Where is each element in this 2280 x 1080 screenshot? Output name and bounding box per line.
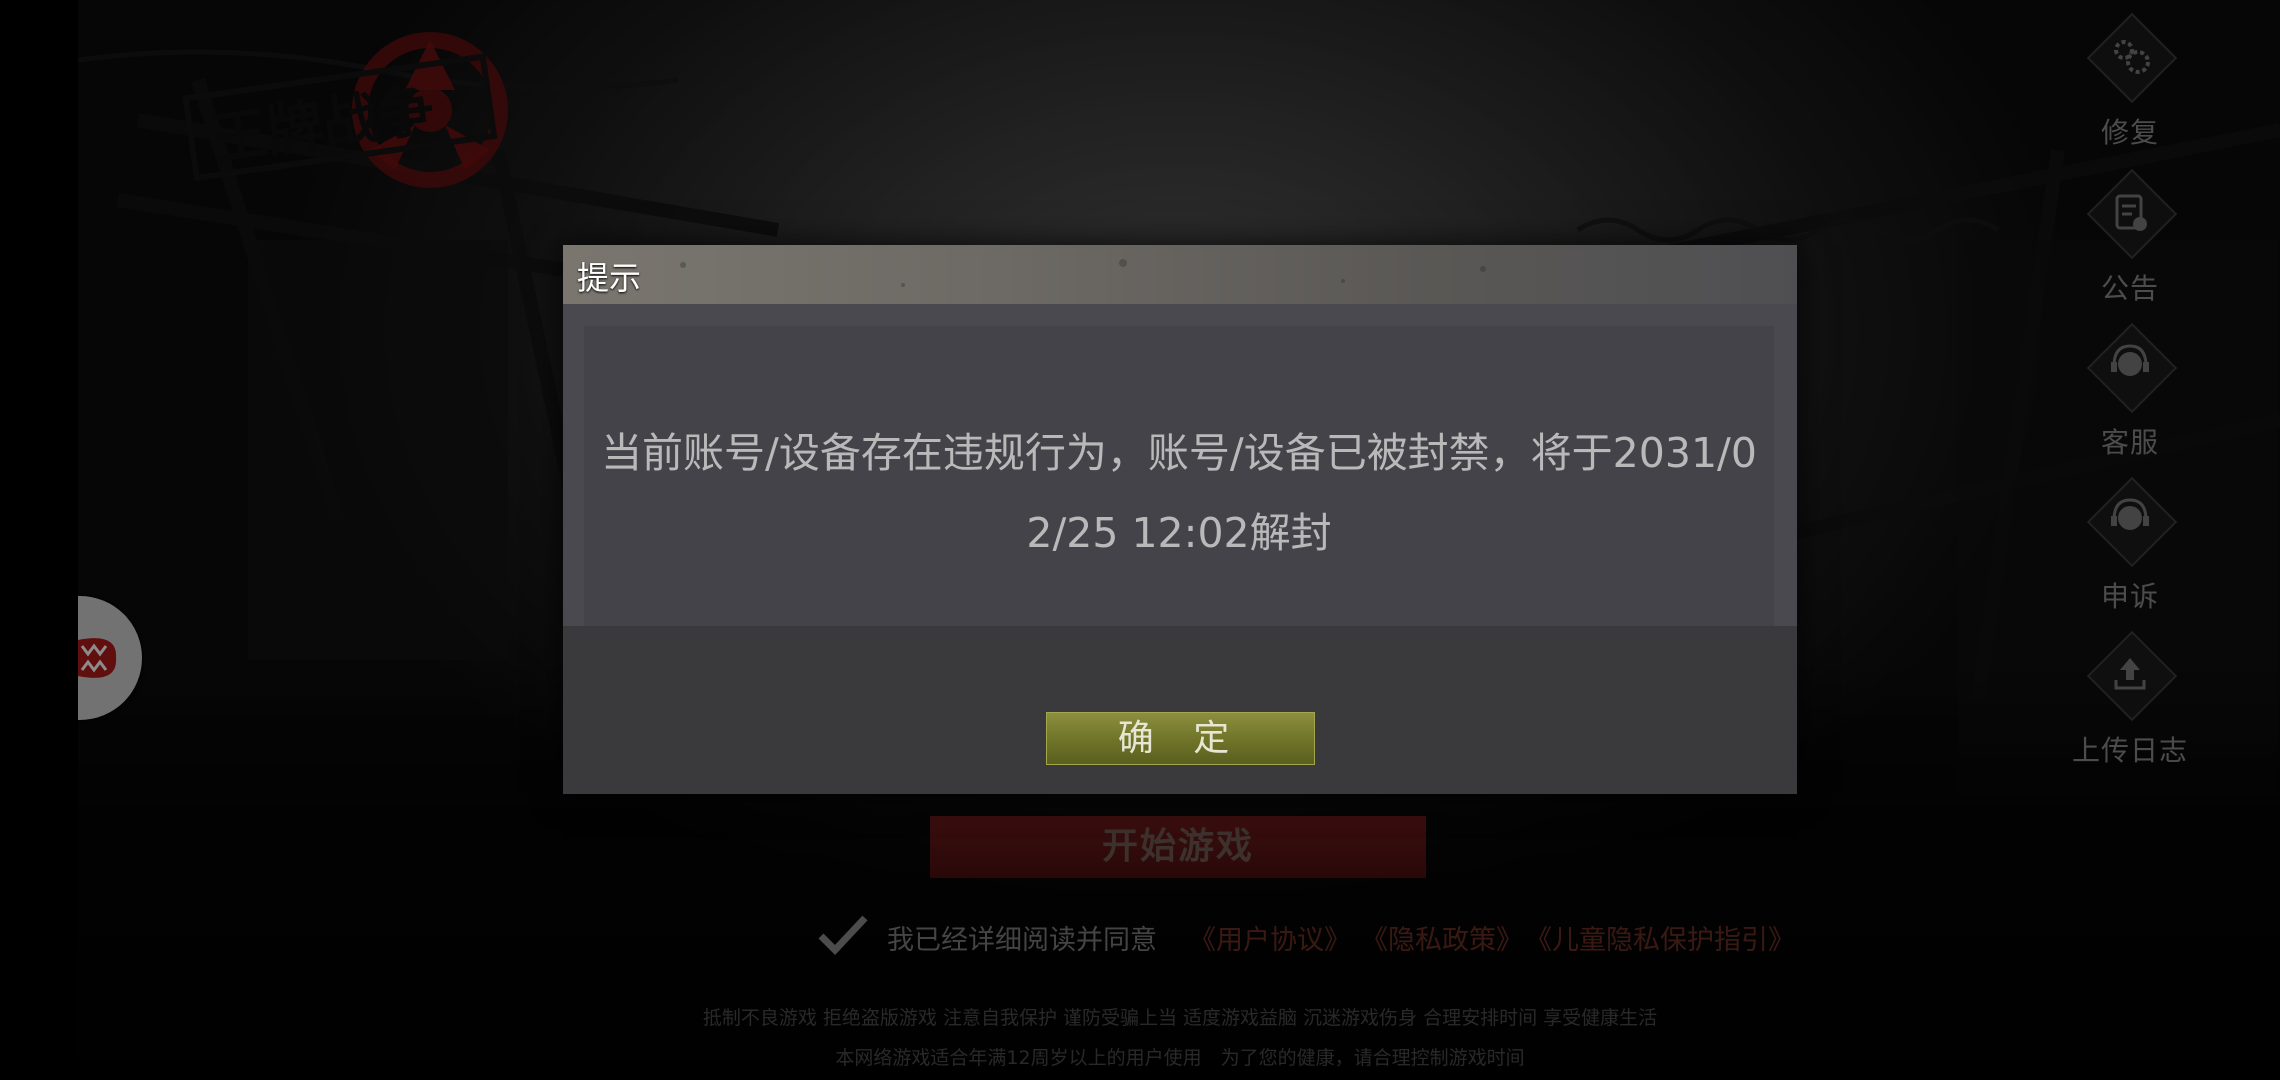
notice-dialog: 提示 当前账号/设备存在违规行为，账号/设备已被封禁，将于2031/02/25 … — [563, 245, 1797, 794]
header-texture — [680, 259, 1486, 287]
dialog-footer — [563, 626, 1797, 794]
dialog-message: 当前账号/设备存在违规行为，账号/设备已被封禁，将于2031/02/25 12:… — [601, 429, 1757, 557]
confirm-button[interactable]: 确 定 — [1046, 712, 1315, 765]
dialog-body: 当前账号/设备存在违规行为，账号/设备已被封禁，将于2031/02/25 12:… — [584, 326, 1774, 652]
dialog-title: 提示 — [577, 259, 642, 297]
dialog-header: 提示 — [563, 245, 1797, 304]
